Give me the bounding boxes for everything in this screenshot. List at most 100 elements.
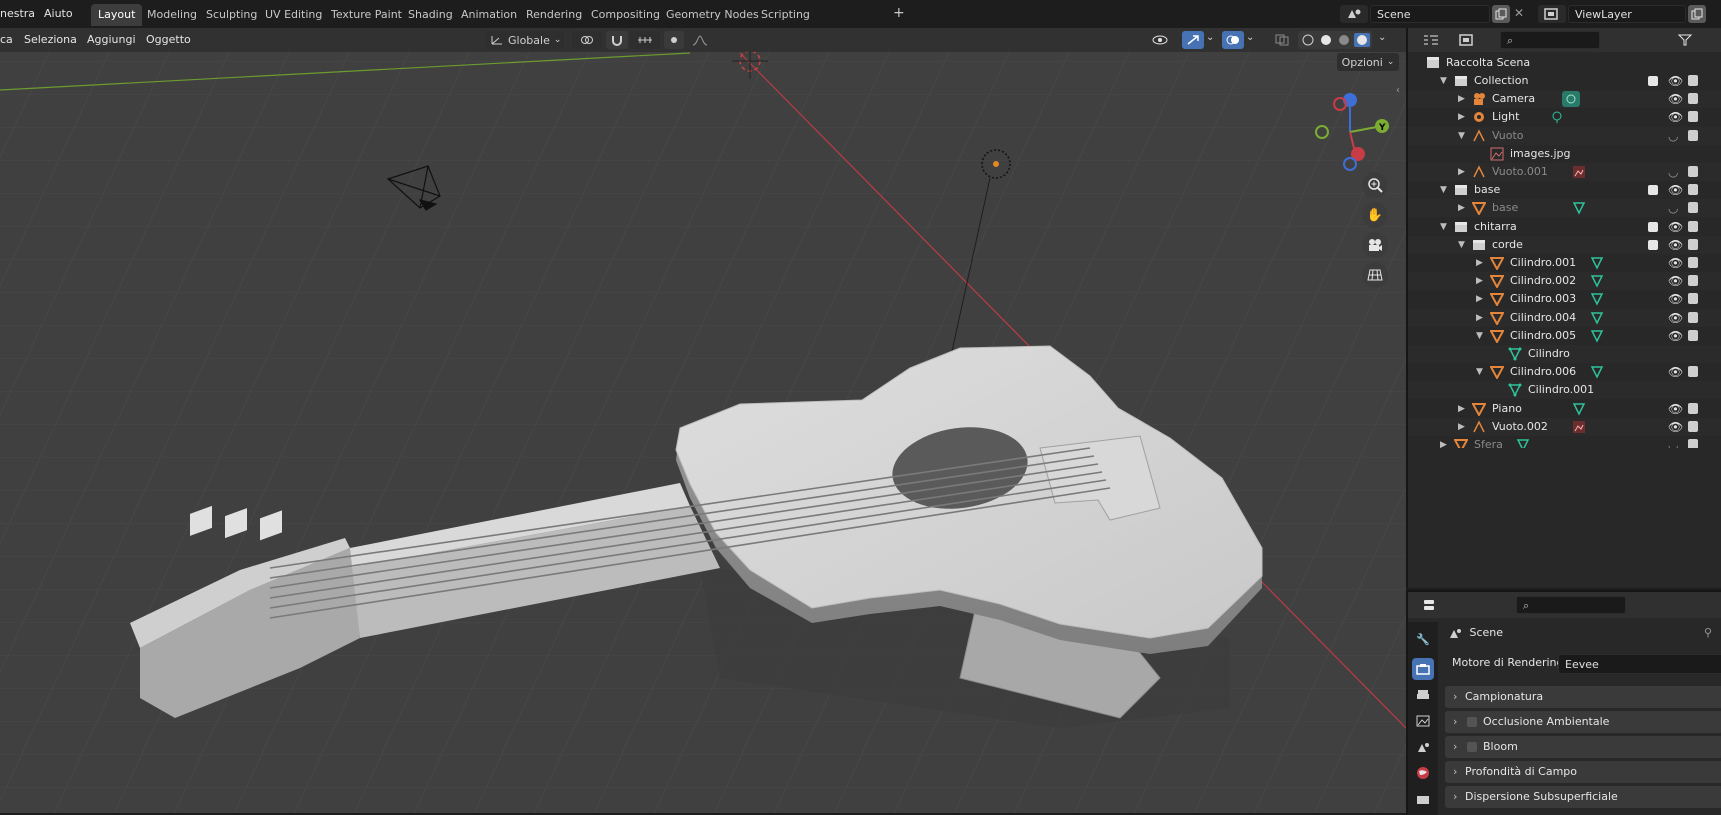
gizmo-neg-x-axis[interactable] [1333, 97, 1347, 111]
tab-modeling[interactable]: Modeling [140, 4, 204, 26]
outliner-row[interactable]: ▶ Vuoto.002 👁 [1408, 417, 1721, 436]
display-mode-dropdown[interactable] [1452, 31, 1482, 49]
outliner-row[interactable]: ▼ Cilindro.006 👁 [1408, 363, 1721, 381]
pan-button[interactable]: ✋ [1362, 202, 1388, 228]
menu-view[interactable]: ca [0, 33, 13, 46]
expand-arrow-down-icon[interactable]: ▼ [1476, 363, 1483, 381]
outliner-row[interactable]: ▶ Cilindro.003 👁 [1408, 290, 1721, 308]
menu-add[interactable]: Aggiungi [87, 33, 136, 46]
hidden-eye-icon[interactable]: ◡ [1668, 127, 1678, 145]
tab-rendering[interactable]: Rendering [519, 4, 589, 26]
camera-data-icon[interactable] [1562, 91, 1580, 108]
render-camera-icon[interactable] [1688, 293, 1698, 305]
render-camera-icon[interactable] [1688, 220, 1698, 232]
expand-arrow-right-icon[interactable]: ▶ [1458, 90, 1465, 108]
render-camera-icon[interactable] [1688, 275, 1698, 287]
render-camera-icon[interactable] [1688, 402, 1698, 414]
eye-icon[interactable]: 👁 [1668, 90, 1683, 108]
exclude-checkbox[interactable] [1648, 221, 1658, 232]
panel-dispersione-subsuperficiale[interactable]: › Dispersione Subsuperficiale [1445, 786, 1721, 808]
eye-icon[interactable]: 👁 [1668, 218, 1683, 236]
outliner-row[interactable]: ▶ base ◡ [1408, 199, 1721, 218]
render-camera-icon[interactable] [1688, 93, 1698, 105]
menu-window[interactable]: nestra [0, 7, 35, 20]
outliner-row[interactable]: ▼ corde 👁 [1408, 235, 1721, 254]
exclude-checkbox[interactable] [1648, 185, 1658, 196]
mesh-data-icon[interactable] [1590, 365, 1604, 379]
new-view-layer-icon[interactable] [1688, 5, 1706, 23]
outliner-row[interactable]: Cilindro [1408, 345, 1721, 363]
perspective-toggle-button[interactable] [1362, 262, 1388, 288]
eye-icon[interactable]: 👁 [1668, 290, 1683, 308]
outliner-row[interactable]: ▶ Cilindro.002 👁 [1408, 272, 1721, 291]
outliner-row[interactable]: images.jpg [1408, 145, 1721, 163]
snap-toggle-button[interactable] [606, 31, 628, 49]
outliner-row[interactable]: ▶ Camera 👁 [1408, 90, 1721, 109]
render-camera-icon[interactable] [1688, 238, 1698, 250]
render-engine-dropdown[interactable]: Eevee [1558, 654, 1721, 674]
tab-view-layer[interactable] [1412, 710, 1434, 732]
mesh-data-icon[interactable] [1590, 256, 1604, 270]
expand-arrow-right-icon[interactable]: ▶ [1476, 309, 1483, 327]
menu-help[interactable]: Aiuto [44, 7, 73, 20]
view-layer-selector-button[interactable] [1538, 5, 1566, 23]
outliner-row[interactable]: ▶ Piano 👁 [1408, 400, 1721, 418]
add-workspace-button[interactable]: + [893, 5, 905, 21]
proportional-edit-button[interactable] [664, 31, 684, 49]
eye-icon[interactable]: 👁 [1668, 309, 1683, 327]
outliner-row[interactable]: Cilindro.001 [1408, 381, 1721, 400]
gizmo-toggle-button[interactable] [1182, 31, 1204, 49]
expand-arrow-down-icon[interactable]: ▼ [1440, 72, 1447, 90]
panel-campionatura[interactable]: › Campionatura [1445, 686, 1721, 708]
render-camera-icon[interactable] [1688, 184, 1698, 196]
xray-toggle-button[interactable] [1272, 31, 1292, 49]
outliner-row[interactable]: ▼ Cilindro.005 👁 [1408, 327, 1721, 345]
panel-profondit-di-campo[interactable]: › Profondità di Campo [1445, 761, 1721, 783]
tab-texture-paint[interactable]: Texture Paint [324, 4, 409, 26]
chevron-down-icon[interactable]: ⌄ [1246, 32, 1254, 43]
new-scene-icon[interactable] [1492, 5, 1510, 23]
chevron-down-icon[interactable]: ⌄ [1206, 32, 1214, 43]
properties-search-input[interactable]: ⌕ [1516, 596, 1626, 614]
eye-icon[interactable]: 👁 [1668, 236, 1683, 254]
expand-arrow-right-icon[interactable]: ▶ [1458, 400, 1465, 418]
pivot-point-dropdown[interactable] [572, 31, 602, 49]
expand-arrow-right-icon[interactable]: ▶ [1476, 290, 1483, 308]
eye-icon[interactable]: 👁 [1668, 72, 1683, 90]
outliner-row[interactable]: ▶ Cilindro.004 👁 [1408, 308, 1721, 327]
overlays-toggle-button[interactable] [1222, 31, 1244, 49]
snap-target-dropdown[interactable] [630, 31, 660, 49]
tab-compositing[interactable]: Compositing [584, 4, 667, 26]
scene-name-field[interactable]: Scene [1370, 5, 1490, 23]
eye-icon[interactable]: 👁 [1668, 327, 1683, 345]
tab-animation[interactable]: Animation [454, 4, 524, 26]
options-dropdown[interactable]: Opzioni ⌄ [1337, 53, 1399, 71]
navigation-gizmo[interactable]: Y [1310, 92, 1390, 172]
expand-arrow-right-icon[interactable]: ▶ [1458, 418, 1465, 436]
editor-type-dropdown[interactable] [1416, 596, 1446, 614]
expand-arrow-right-icon[interactable]: ▶ [1476, 272, 1483, 290]
render-camera-icon[interactable] [1688, 111, 1698, 123]
tab-tool[interactable]: 🔧 [1412, 628, 1434, 650]
close-scene-icon[interactable]: ✕ [1514, 6, 1524, 20]
zoom-button[interactable] [1362, 172, 1388, 198]
3d-viewport[interactable]: ca Seleziona Aggiungi Oggetto Globale ⌄ [0, 28, 1406, 813]
render-camera-icon[interactable] [1688, 311, 1698, 323]
hidden-eye-icon[interactable]: ◡ [1668, 163, 1678, 181]
shading-mode-group[interactable] [1298, 31, 1372, 49]
exclude-checkbox[interactable] [1648, 239, 1658, 250]
image-icon[interactable] [1572, 165, 1586, 179]
tab-collection[interactable] [1412, 788, 1434, 810]
eye-icon[interactable]: 👁 [1668, 418, 1683, 436]
tab-sculpting[interactable]: Sculpting [199, 4, 264, 26]
panel-enable-checkbox[interactable] [1467, 717, 1477, 727]
image-icon[interactable] [1572, 420, 1586, 434]
menu-select[interactable]: Seleziona [24, 33, 77, 46]
outliner-search-input[interactable]: ⌕ [1500, 31, 1600, 49]
eye-icon[interactable]: 👁 [1668, 363, 1683, 381]
outliner-row[interactable]: ▶ Cilindro.001 👁 [1408, 254, 1721, 272]
mesh-data-icon[interactable] [1572, 201, 1586, 216]
expand-arrow-down-icon[interactable]: ▼ [1440, 218, 1447, 236]
hidden-eye-icon[interactable]: ◡ [1668, 199, 1678, 217]
eye-icon[interactable]: 👁 [1668, 181, 1683, 199]
